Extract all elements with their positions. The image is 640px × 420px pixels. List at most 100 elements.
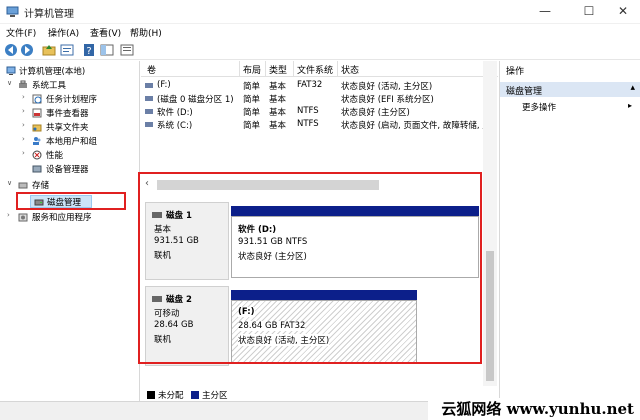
cell-type: 基本 <box>269 82 287 92</box>
legend-primary-swatch <box>191 391 199 399</box>
chevron-right-icon[interactable]: › <box>22 135 30 143</box>
highlight-box-disks <box>138 172 482 364</box>
list-view-icon[interactable] <box>120 43 134 57</box>
vertical-scrollbar[interactable] <box>483 61 497 386</box>
event-icon <box>32 108 42 118</box>
cell-volume: 软件 (D:) <box>157 108 193 118</box>
column-divider <box>239 61 240 77</box>
column-divider <box>265 61 266 77</box>
more-actions-item[interactable]: 更多操作 <box>522 101 556 113</box>
tree-label-root: 计算机管理(本地) <box>19 67 86 77</box>
caret-right-icon[interactable]: ▸ <box>628 101 632 110</box>
menu-file[interactable]: 文件(F) <box>6 26 36 39</box>
volume-list: 卷 布局 类型 文件系统 状态 (F:) 简单 基本 FAT32 状态良好 (活… <box>141 61 498 171</box>
cell-volume: (磁盘 0 磁盘分区 1) <box>157 95 234 105</box>
menu-bar: 文件(F) 操作(A) 查看(V) 帮助(H) <box>0 24 640 40</box>
properties-icon[interactable] <box>60 43 74 57</box>
cell-type: 基本 <box>269 108 287 118</box>
legend-primary-label: 主分区 <box>202 391 228 401</box>
legend-unallocated-swatch <box>147 391 155 399</box>
chevron-right-icon[interactable]: › <box>22 121 30 129</box>
tree-label-task-scheduler: 任务计划程序 <box>46 95 98 105</box>
toolbar: ? <box>0 40 640 60</box>
cell-filesystem: NTFS <box>297 106 319 116</box>
watermark: 云狐网络 www.yunhu.net <box>428 398 640 420</box>
table-row[interactable]: (磁盘 0 磁盘分区 1) 简单 基本 状态良好 (EFI 系统分区) <box>141 92 498 105</box>
cell-volume: 系统 (C:) <box>157 121 193 131</box>
folder-up-icon[interactable] <box>42 43 56 57</box>
cell-filesystem: FAT32 <box>297 80 323 90</box>
cell-layout: 简单 <box>243 82 261 92</box>
maximize-button[interactable]: ☐ <box>574 0 604 24</box>
chevron-right-icon[interactable]: › <box>22 149 30 157</box>
cell-type: 基本 <box>269 121 287 131</box>
highlight-box-tree <box>16 192 126 210</box>
tree-label-system-tools: 系统工具 <box>32 81 67 91</box>
tree-label-services-apps: 服务和应用程序 <box>32 213 92 223</box>
tree-label-device-manager: 设备管理器 <box>46 165 89 175</box>
chevron-down-icon[interactable]: ∨ <box>7 79 15 87</box>
tree-label-event-viewer: 事件查看器 <box>46 109 89 119</box>
cell-status: 状态良好 (启动, 页面文件, 故障转储, 主 <box>341 121 491 131</box>
column-divider <box>337 61 338 77</box>
clock-icon <box>32 94 42 104</box>
tools-icon <box>19 80 27 88</box>
device-icon <box>32 165 42 173</box>
cell-layout: 简单 <box>243 121 261 131</box>
chevron-right-icon[interactable]: › <box>22 93 30 101</box>
app-icon <box>6 6 19 17</box>
performance-icon <box>32 150 42 160</box>
column-layout[interactable]: 布局 <box>243 63 261 76</box>
table-row[interactable]: 软件 (D:) 简单 基本 NTFS 状态良好 (主分区) <box>141 105 498 118</box>
column-type[interactable]: 类型 <box>269 63 287 76</box>
minimize-button[interactable]: — <box>530 0 560 24</box>
cell-status: 状态良好 (EFI 系统分区) <box>341 95 434 105</box>
storage-icon <box>18 182 28 189</box>
table-row[interactable]: (F:) 简单 基本 FAT32 状态良好 (活动, 主分区) <box>141 79 498 92</box>
column-divider <box>293 61 294 77</box>
tree-label-local-users: 本地用户和组 <box>46 137 98 147</box>
legend-unallocated-label: 未分配 <box>158 391 184 401</box>
menu-action[interactable]: 操作(A) <box>48 26 79 39</box>
services-icon <box>18 213 28 222</box>
actions-section-label: 磁盘管理 <box>506 87 543 97</box>
menu-help[interactable]: 帮助(H) <box>130 26 162 39</box>
title-bar: 计算机管理 — ☐ ✕ <box>0 0 640 24</box>
tree-label-performance: 性能 <box>46 151 64 161</box>
svg-text:?: ? <box>86 46 91 57</box>
actions-header: 操作 <box>506 67 525 77</box>
volume-icon <box>145 96 153 101</box>
forward-icon[interactable] <box>20 43 34 57</box>
cell-status: 状态良好 (活动, 主分区) <box>341 82 433 92</box>
table-row[interactable]: 系统 (C:) 简单 基本 NTFS 状态良好 (启动, 页面文件, 故障转储,… <box>141 118 498 131</box>
column-volume[interactable]: 卷 <box>147 63 156 76</box>
cell-volume: (F:) <box>157 80 171 90</box>
cell-layout: 简单 <box>243 108 261 118</box>
actions-section-disk-management[interactable]: 磁盘管理 ▴ <box>500 82 640 97</box>
chevron-down-icon[interactable]: ∨ <box>7 179 15 187</box>
cell-type: 基本 <box>269 95 287 105</box>
caret-up-icon: ▴ <box>630 83 635 93</box>
close-button[interactable]: ✕ <box>608 0 638 24</box>
chevron-right-icon[interactable]: › <box>22 107 30 115</box>
cell-filesystem: NTFS <box>297 119 319 129</box>
share-icon <box>32 124 42 132</box>
actions-pane: 操作 磁盘管理 ▴ 更多操作 ▸ <box>499 61 640 401</box>
back-icon[interactable] <box>4 43 18 57</box>
computer-icon <box>6 66 16 75</box>
chevron-right-icon[interactable]: › <box>7 211 15 219</box>
help-icon[interactable]: ? <box>82 43 96 57</box>
cell-layout: 简单 <box>243 95 261 105</box>
window-title: 计算机管理 <box>24 9 74 20</box>
navigation-tree: 计算机管理(本地) ∨ 系统工具 › 任务计划程序 › 事件查看器 › 共享文件… <box>0 61 140 401</box>
menu-view[interactable]: 查看(V) <box>90 26 121 39</box>
users-icon <box>33 137 41 145</box>
cell-status: 状态良好 (主分区) <box>341 108 410 118</box>
view-icon[interactable] <box>100 43 114 57</box>
scroll-thumb[interactable] <box>486 251 494 381</box>
volume-icon <box>145 83 153 88</box>
column-status[interactable]: 状态 <box>341 63 359 76</box>
column-filesystem[interactable]: 文件系统 <box>297 63 333 76</box>
tree-label-storage: 存储 <box>32 181 50 191</box>
volume-list-header: 卷 布局 类型 文件系统 状态 <box>141 61 498 77</box>
